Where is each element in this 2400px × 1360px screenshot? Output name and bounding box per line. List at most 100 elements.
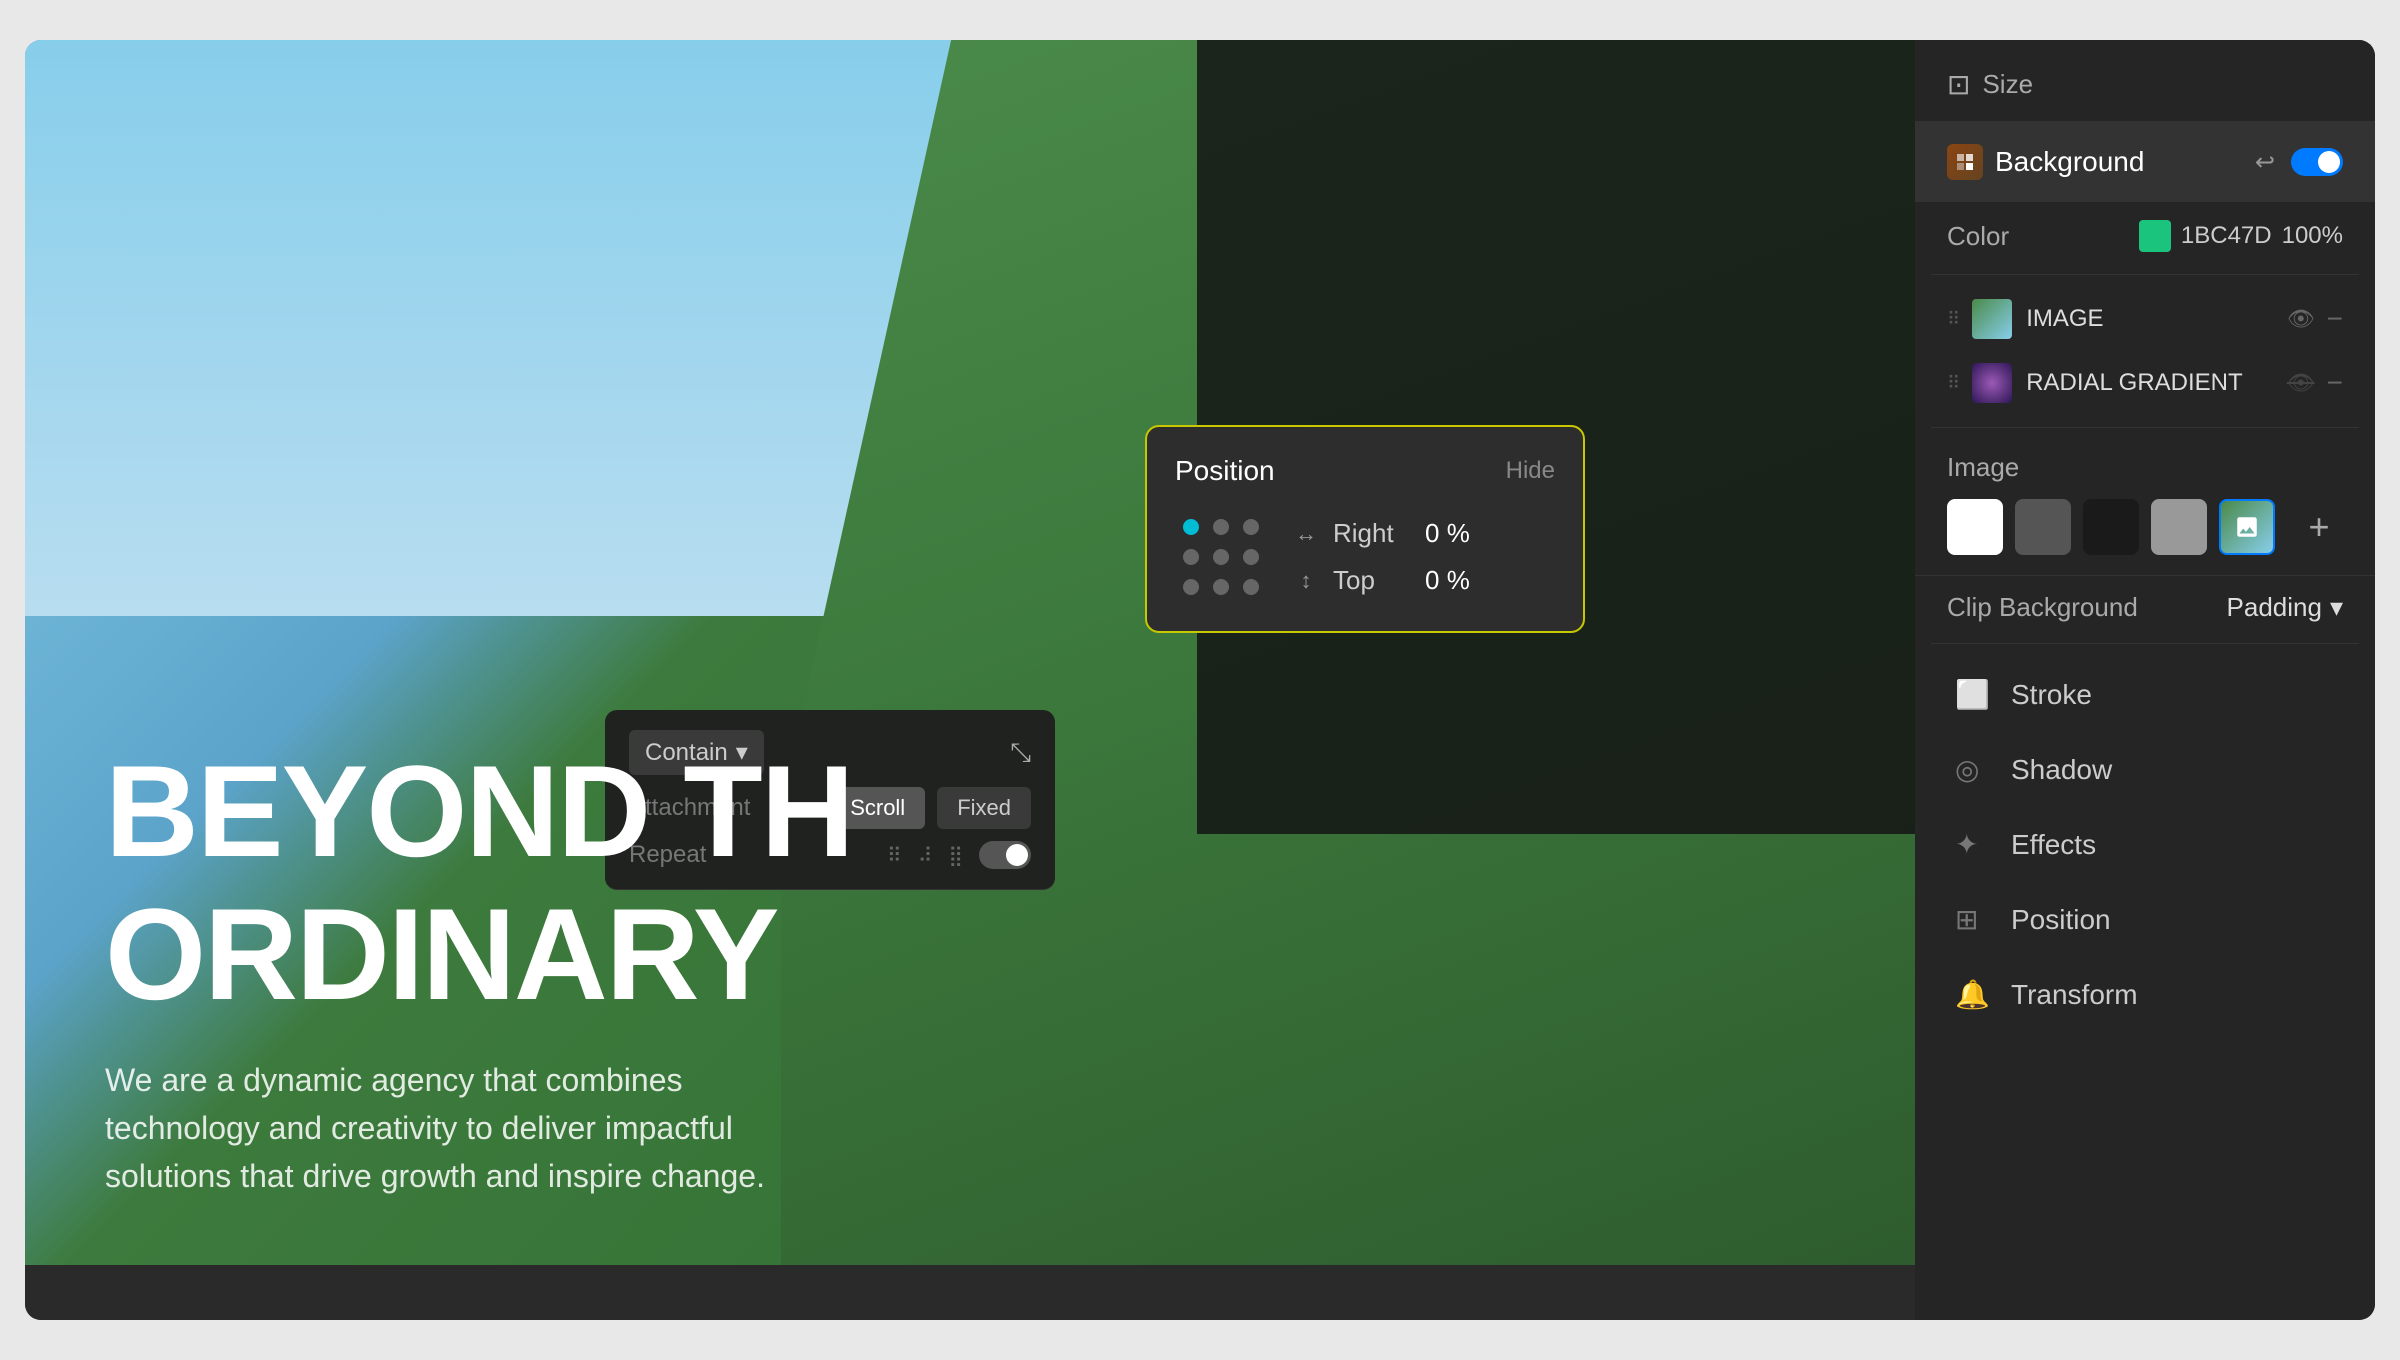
hero-title-line1: BEYOND TH (105, 740, 853, 883)
layer-thumb-gradient (1972, 363, 2012, 403)
right-field-row: ↔ Right 0 % (1291, 518, 1555, 549)
repeat-toggle[interactable] (979, 841, 1031, 869)
hero-subtitle: We are a dynamic agency that combines te… (105, 1056, 805, 1200)
bg-panel-title: Background (1947, 144, 2144, 180)
dot-bot-right[interactable] (1243, 579, 1259, 595)
visibility-btn-gradient[interactable]: 👁 (2287, 370, 2315, 396)
fixed-btn[interactable]: Fixed (937, 787, 1031, 829)
hero-text-overlay: BEYOND TH ORDINARY We are a dynamic agen… (105, 740, 853, 1200)
right-sidebar: ⊡ Size Background ↩ (1915, 40, 2375, 1320)
layer-name-gradient: RADIAL GRADIENT (2026, 369, 2287, 397)
color-swatch[interactable] (2139, 220, 2171, 252)
color-row: Color 1BC47D 100% (1915, 202, 2375, 270)
remove-btn-image[interactable]: − (2327, 303, 2343, 335)
hero-title-line2: ORDINARY (105, 883, 853, 1026)
clip-background-value[interactable]: Padding ▾ (2227, 592, 2343, 623)
color-opacity: 100% (2282, 222, 2343, 250)
size-section: ⊡ Size (1915, 40, 2375, 122)
shadow-section[interactable]: ◎ Shadow (1923, 733, 2367, 806)
expand-icon[interactable]: ⤡ (1010, 737, 1031, 769)
dot-top-left[interactable] (1183, 519, 1199, 535)
clip-background-label: Clip Background (1947, 592, 2138, 623)
position-popup-body: ↔ Right 0 % ↕ Top 0 % (1175, 511, 1555, 603)
layer-actions-gradient: 👁 − (2287, 367, 2343, 399)
layer-thumb-image (1972, 299, 2012, 339)
bg-panel-controls: ↩ (2255, 148, 2343, 177)
color-value-display[interactable]: 1BC47D 100% (2139, 220, 2343, 252)
shadow-label: Shadow (2011, 754, 2112, 786)
preset-dark-gray[interactable] (2015, 499, 2071, 555)
top-field-icon: ↕ (1291, 568, 1321, 594)
layer-actions-image: 👁 − (2287, 303, 2343, 335)
add-image-btn[interactable]: + (2295, 503, 2343, 551)
dot-mid-right[interactable] (1243, 549, 1259, 565)
position-dot-grid (1175, 511, 1267, 603)
effects-icon: ✦ (1955, 828, 1995, 861)
background-label: Background (1995, 146, 2144, 178)
clip-background-row: Clip Background Padding ▾ (1915, 575, 2375, 639)
color-hex: 1BC47D (2181, 222, 2272, 250)
position-popup-header: Position Hide (1175, 455, 1555, 487)
size-label: Size (1982, 69, 2033, 100)
bg-panel-icon (1947, 144, 1983, 180)
right-field-label: Right (1333, 518, 1413, 549)
stroke-icon: ⬜ (1955, 678, 1995, 711)
remove-btn-gradient[interactable]: − (2327, 367, 2343, 399)
position-popup: Position Hide (1145, 425, 1585, 633)
preset-light-gray[interactable] (2151, 499, 2207, 555)
dot-top-right[interactable] (1243, 519, 1259, 535)
position-section[interactable]: ⊞ Position (1923, 883, 2367, 956)
drag-handle-image: ⠿ (1947, 309, 1960, 330)
background-toggle[interactable] (2291, 148, 2343, 176)
dot-bot-left[interactable] (1183, 579, 1199, 595)
color-label: Color (1947, 221, 2009, 252)
divider-3 (1931, 643, 2359, 644)
repeat-icon-3[interactable]: ⣿ (948, 843, 963, 868)
app-window: Contain ▾ ⤡ Attachment Scroll Fixed Repe… (25, 40, 2375, 1320)
image-section-label: Image (1947, 452, 2343, 483)
dot-mid-left[interactable] (1183, 549, 1199, 565)
canvas-area: Contain ▾ ⤡ Attachment Scroll Fixed Repe… (25, 40, 1915, 1320)
repeat-icon-2[interactable]: ⠼ (918, 843, 933, 868)
sidebar-sections: ⬜ Stroke ◎ Shadow ✦ Effects ⊞ Position 🔔… (1915, 648, 2375, 1041)
right-field-icon: ↔ (1291, 521, 1321, 547)
size-icon: ⊡ (1947, 68, 1970, 101)
transform-icon: 🔔 (1955, 978, 1995, 1011)
repeat-icon-1[interactable]: ⠿ (887, 843, 902, 868)
position-label: Position (2011, 904, 2111, 936)
shadow-icon: ◎ (1955, 753, 1995, 786)
bottom-bar (25, 1265, 1915, 1320)
transform-label: Transform (2011, 979, 2138, 1011)
right-field-value[interactable]: 0 % (1425, 518, 1470, 549)
layer-item-gradient[interactable]: ⠿ RADIAL GRADIENT 👁 − (1931, 351, 2359, 415)
transform-section[interactable]: 🔔 Transform (1923, 958, 2367, 1031)
layer-item-image[interactable]: ⠿ IMAGE 👁 − (1931, 287, 2359, 351)
layer-name-image: IMAGE (2026, 305, 2287, 333)
image-presets: + (1947, 499, 2343, 555)
effects-section[interactable]: ✦ Effects (1923, 808, 2367, 881)
clip-chevron: ▾ (2330, 592, 2343, 623)
stroke-section[interactable]: ⬜ Stroke (1923, 658, 2367, 731)
preset-white[interactable] (1947, 499, 2003, 555)
dot-top-center[interactable] (1213, 519, 1229, 535)
preset-black[interactable] (2083, 499, 2139, 555)
top-field-value[interactable]: 0 % (1425, 565, 1470, 596)
divider-1 (1931, 274, 2359, 275)
back-btn[interactable]: ↩ (2255, 148, 2275, 177)
top-field-label: Top (1333, 565, 1413, 596)
layers-list: ⠿ IMAGE 👁 − ⠿ RADIAL GRADIENT 👁 − (1915, 279, 2375, 423)
effects-label: Effects (2011, 829, 2096, 861)
attachment-group: Scroll Fixed (830, 787, 1031, 829)
clip-value-text: Padding (2227, 592, 2322, 623)
position-popup-hide-btn[interactable]: Hide (1506, 457, 1555, 485)
divider-2 (1931, 427, 2359, 428)
hero-background: Contain ▾ ⤡ Attachment Scroll Fixed Repe… (25, 40, 1915, 1320)
hero-title: BEYOND TH ORDINARY (105, 740, 853, 1026)
dot-bot-center[interactable] (1213, 579, 1229, 595)
dot-mid-center[interactable] (1213, 549, 1229, 565)
stroke-label: Stroke (2011, 679, 2092, 711)
position-fields: ↔ Right 0 % ↕ Top 0 % (1291, 518, 1555, 596)
preset-photo[interactable] (2219, 499, 2275, 555)
visibility-btn-image[interactable]: 👁 (2287, 306, 2315, 332)
position-icon: ⊞ (1955, 903, 1995, 936)
